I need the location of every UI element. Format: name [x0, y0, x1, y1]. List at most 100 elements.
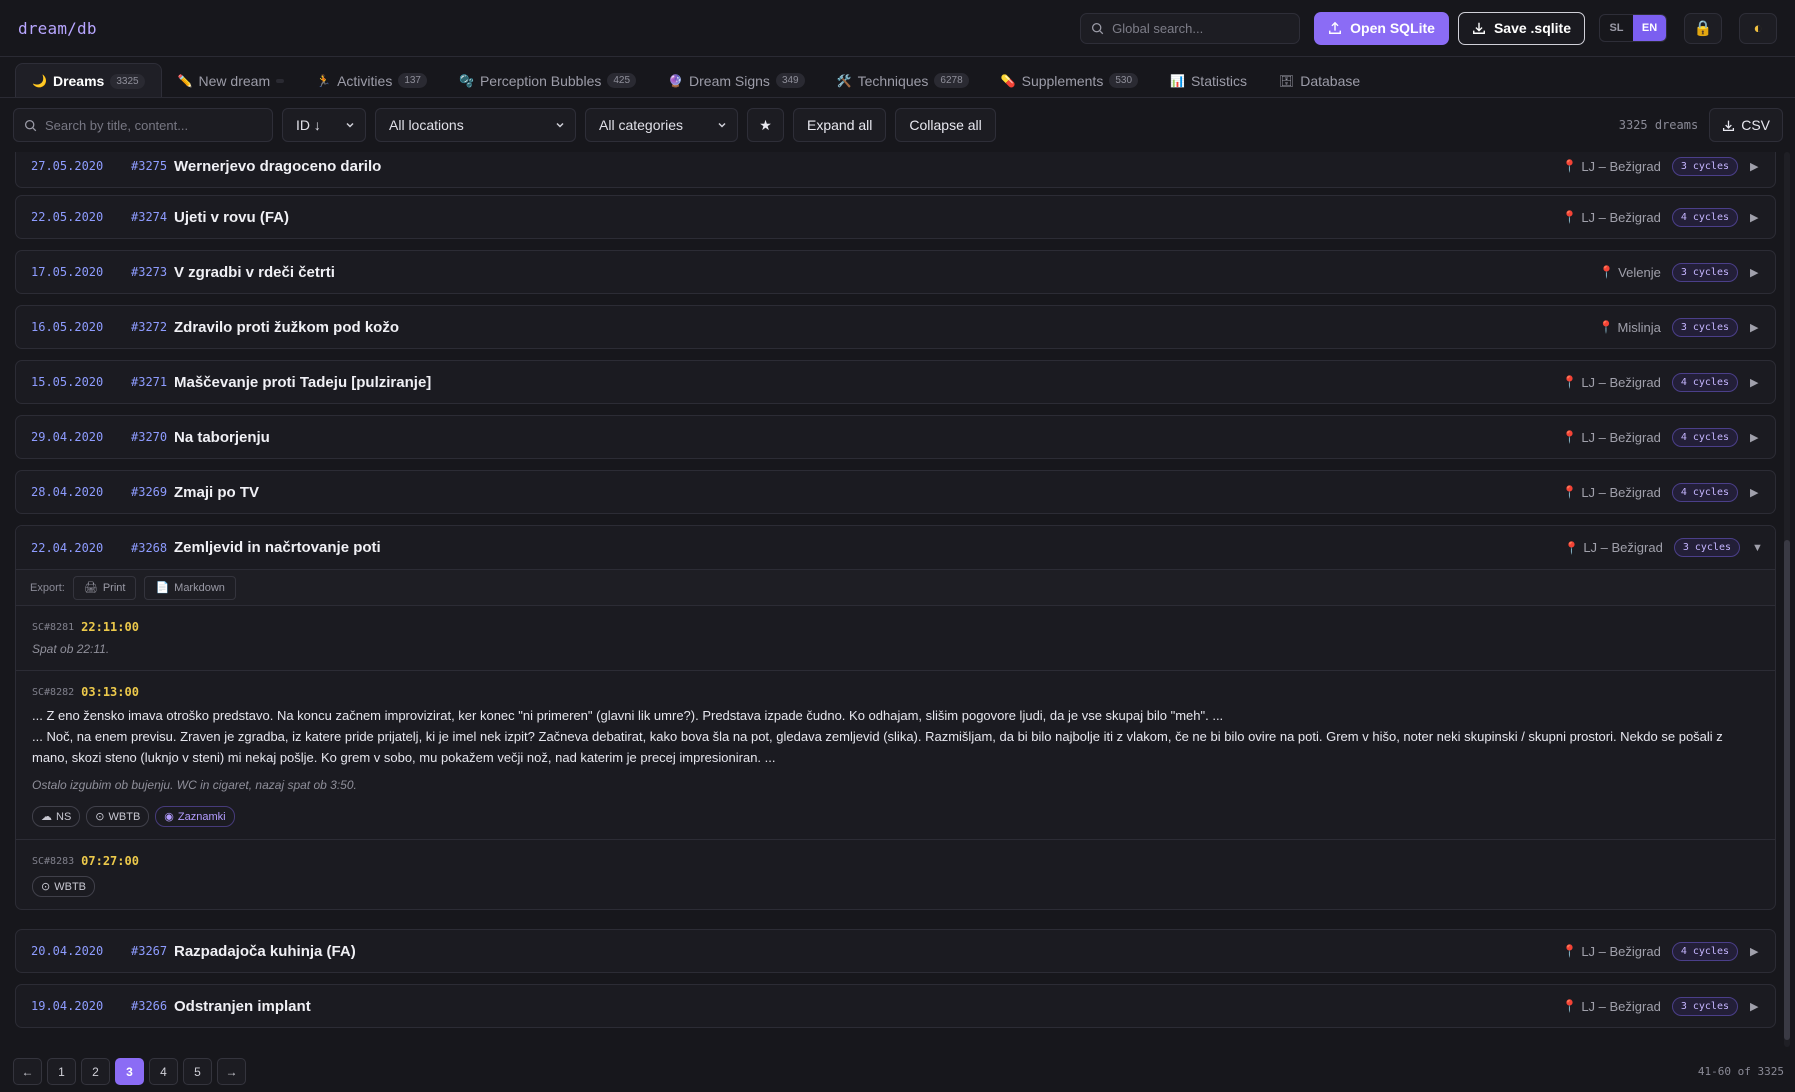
crystal-ball-icon: 🔮	[668, 73, 684, 88]
expand-arrow-icon[interactable]: ▶	[1750, 945, 1760, 958]
page-button[interactable]: 1	[47, 1058, 76, 1085]
expand-arrow-icon[interactable]: ▶	[1750, 160, 1760, 173]
location-label: LJ – Bežigrad	[1581, 209, 1661, 225]
open-sqlite-button[interactable]: Open SQLite	[1314, 11, 1449, 45]
tag-badge[interactable]: ⊙ WBTB	[86, 806, 150, 827]
tag-badge[interactable]: ◉ Zaznamki	[155, 806, 235, 827]
tag-badge[interactable]: ☁ NS	[32, 806, 81, 827]
pin-icon: 📍	[1599, 265, 1615, 279]
location-label: LJ – Bežigrad	[1583, 540, 1663, 555]
tab-statistics[interactable]: 📊 Statistics	[1154, 63, 1263, 98]
tab-supplements[interactable]: 💊 Supplements 530	[985, 63, 1154, 98]
collapse-all-button[interactable]: Collapse all	[895, 108, 996, 142]
cycles-badge: 4 cycles	[1671, 941, 1738, 961]
dream-row[interactable]: 20.04.2020 #3267 Razpadajoča kuhinja (FA…	[15, 929, 1776, 973]
expand-arrow-icon[interactable]: ▶	[1750, 1000, 1760, 1013]
dream-title: Zdravilo proti žužkom pod kožo	[174, 318, 399, 336]
lang-en-button[interactable]: EN	[1633, 15, 1666, 41]
dream-location: 📍 LJ – Bežigrad	[1562, 375, 1660, 390]
lock-button[interactable]: 🔒	[1684, 12, 1722, 44]
tab-new-dream[interactable]: ✏️ New dream	[162, 63, 301, 98]
lang-sl-button[interactable]: SL	[1600, 15, 1633, 41]
location-value: All locations	[389, 117, 464, 133]
lock-icon: 🔒	[1693, 20, 1713, 37]
target-icon: ◉	[164, 811, 174, 823]
pin-icon: 📍	[1562, 375, 1578, 389]
expand-all-button[interactable]: Expand all	[793, 108, 887, 142]
tab-count: 3325	[110, 73, 145, 89]
prev-page-button[interactable]: ←	[13, 1058, 42, 1085]
print-button[interactable]: 🖨 Print	[72, 575, 137, 600]
tab-activities[interactable]: 🏃 Activities 137	[300, 63, 443, 98]
dream-title: Odstranjen implant	[174, 997, 311, 1015]
page-button[interactable]: 4	[149, 1058, 178, 1085]
page-button[interactable]: 2	[81, 1058, 110, 1085]
dream-date: 27.05.2020	[31, 159, 104, 173]
print-label: Print	[102, 581, 126, 594]
cycle-note: Spat ob 22:11.	[32, 642, 110, 656]
dream-row[interactable]: 28.04.2020 #3269 Zmaji po TV 📍 LJ – Bežig…	[15, 470, 1776, 514]
dream-date: 22.04.2020	[31, 540, 104, 555]
dream-id: #3270	[131, 430, 168, 444]
runner-icon: 🏃	[316, 73, 332, 88]
cycle-time: 22:11:00	[81, 620, 139, 634]
expand-arrow-icon[interactable]: ▶	[1750, 211, 1760, 224]
dream-date: 15.05.2020	[31, 375, 104, 389]
dream-row[interactable]: 16.05.2020 #3272 Zdravilo proti žužkom p…	[15, 305, 1776, 349]
dream-search-input[interactable]: Search by title, content...	[13, 108, 273, 142]
page-button-current[interactable]: 3	[115, 1058, 144, 1085]
tab-techniques[interactable]: 🛠️ Techniques 6278	[821, 63, 985, 98]
dream-row[interactable]: 15.05.2020 #3271 Maščevanje proti Tadeju…	[15, 360, 1776, 404]
dream-row[interactable]: 22.05.2020 #3274 Ujeti v rovu (FA) 📍 LJ –…	[15, 195, 1776, 239]
app-logo[interactable]: dream/db	[18, 19, 97, 38]
theme-toggle-button[interactable]: ◐	[1739, 12, 1777, 44]
dream-list: 27.05.2020 #3275 Wernerjevo dragoceno da…	[15, 152, 1776, 1047]
clock-icon: ⊙	[41, 881, 51, 893]
csv-label: CSV	[1741, 117, 1770, 133]
cycles-badge: 4 cycles	[1671, 372, 1738, 392]
expand-arrow-icon[interactable]: ▶	[1750, 266, 1760, 279]
scrollbar-thumb[interactable]	[1784, 540, 1790, 1040]
search-icon	[24, 119, 37, 131]
download-icon	[1723, 120, 1735, 131]
scrollbar[interactable]	[1784, 152, 1790, 1047]
cycles-badge: 3 cycles	[1673, 538, 1740, 557]
database-icon: 🗄	[1278, 73, 1295, 88]
pin-icon: 📍	[1562, 485, 1578, 499]
tab-dream-signs[interactable]: 🔮 Dream Signs 349	[652, 63, 821, 98]
location-select[interactable]: All locations	[375, 108, 576, 142]
document-icon: 📄	[155, 582, 170, 594]
category-select[interactable]: All categories	[585, 108, 738, 142]
sleep-cycle: SC#8282 03:13:00 ... Z eno žensko imava …	[16, 671, 1775, 840]
dream-row[interactable]: 27.05.2020 #3275 Wernerjevo dragoceno da…	[15, 152, 1776, 188]
dream-row[interactable]: 29.04.2020 #3270 Na taborjenju 📍 LJ – Bež…	[15, 415, 1776, 459]
csv-export-button[interactable]: CSV	[1709, 108, 1783, 142]
tab-dreams[interactable]: 🌙 Dreams 3325	[15, 63, 162, 98]
tab-label: Supplements	[1021, 72, 1104, 89]
expand-arrow-icon[interactable]: ▶	[1750, 431, 1760, 444]
tab-database[interactable]: 🗄 Database	[1263, 63, 1376, 98]
dream-date: 22.05.2020	[31, 210, 104, 224]
collapse-arrow-icon[interactable]: ▼	[1752, 542, 1763, 554]
expand-arrow-icon[interactable]: ▶	[1750, 376, 1760, 389]
tag-badge[interactable]: ⊙ WBTB	[32, 876, 95, 897]
markdown-button[interactable]: 📄 Markdown	[144, 575, 236, 600]
global-search-input[interactable]: Global search...	[1080, 12, 1301, 44]
location-label: Velenje	[1618, 264, 1661, 280]
dream-row[interactable]: 19.04.2020 #3266 Odstranjen implant 📍 LJ …	[15, 984, 1776, 1028]
tab-perception-bubbles[interactable]: 🫧 Perception Bubbles 425	[443, 63, 652, 98]
tab-label: Dreams	[52, 73, 105, 89]
favorites-filter-button[interactable]: ★	[747, 108, 784, 142]
dream-row-expanded[interactable]: 22.04.2020 #3268 Zemljevid in načrtovanj…	[16, 526, 1775, 570]
expand-arrow-icon[interactable]: ▶	[1750, 321, 1760, 334]
sort-select[interactable]: ID ↓	[282, 108, 366, 142]
pencil-icon: ✏️	[177, 73, 193, 88]
page-button[interactable]: 5	[183, 1058, 212, 1085]
clock-icon: ⊙	[95, 811, 105, 823]
expand-arrow-icon[interactable]: ▶	[1750, 486, 1760, 499]
dream-row[interactable]: 17.05.2020 #3273 V zgradbi v rdeči četrt…	[15, 250, 1776, 294]
next-page-button[interactable]: →	[217, 1058, 246, 1085]
dream-location: 📍 LJ – Bežigrad	[1562, 210, 1660, 225]
chevron-down-icon	[346, 122, 354, 128]
save-sqlite-button[interactable]: Save .sqlite	[1457, 11, 1585, 45]
